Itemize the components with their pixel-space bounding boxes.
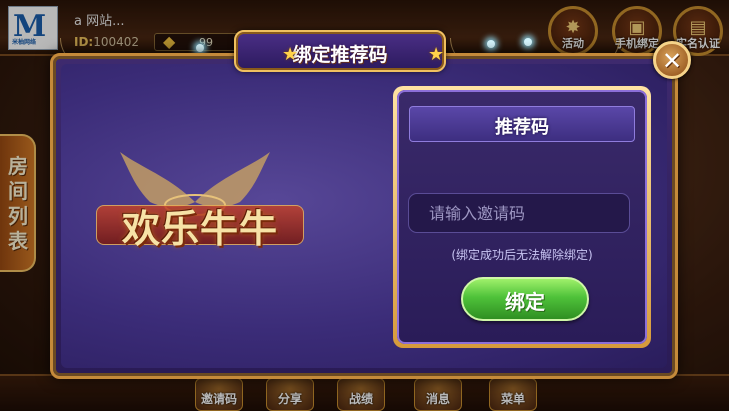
invite-code-input[interactable] xyxy=(408,193,630,233)
bind-button[interactable]: 绑定 xyxy=(461,277,589,321)
bind-warning-text: (绑定成功后无法解除绑定) xyxy=(451,248,593,262)
game-logo: 欢乐牛牛 xyxy=(121,207,278,251)
dialog-title-plate: 绑定推荐码 xyxy=(234,30,446,72)
close-button[interactable]: ✕ xyxy=(653,41,691,79)
referral-panel-header: 推荐码 xyxy=(409,106,635,142)
dialog-title: 绑定推荐码 xyxy=(292,44,388,66)
star-icon: ★ xyxy=(282,44,299,65)
decor-light xyxy=(524,38,532,46)
decor-light xyxy=(196,44,204,52)
star-icon: ★ xyxy=(428,44,445,65)
referral-panel-title: 推荐码 xyxy=(495,117,549,138)
decor-light xyxy=(487,40,495,48)
bind-button-label: 绑定 xyxy=(505,290,545,314)
close-icon: ✕ xyxy=(661,47,683,75)
